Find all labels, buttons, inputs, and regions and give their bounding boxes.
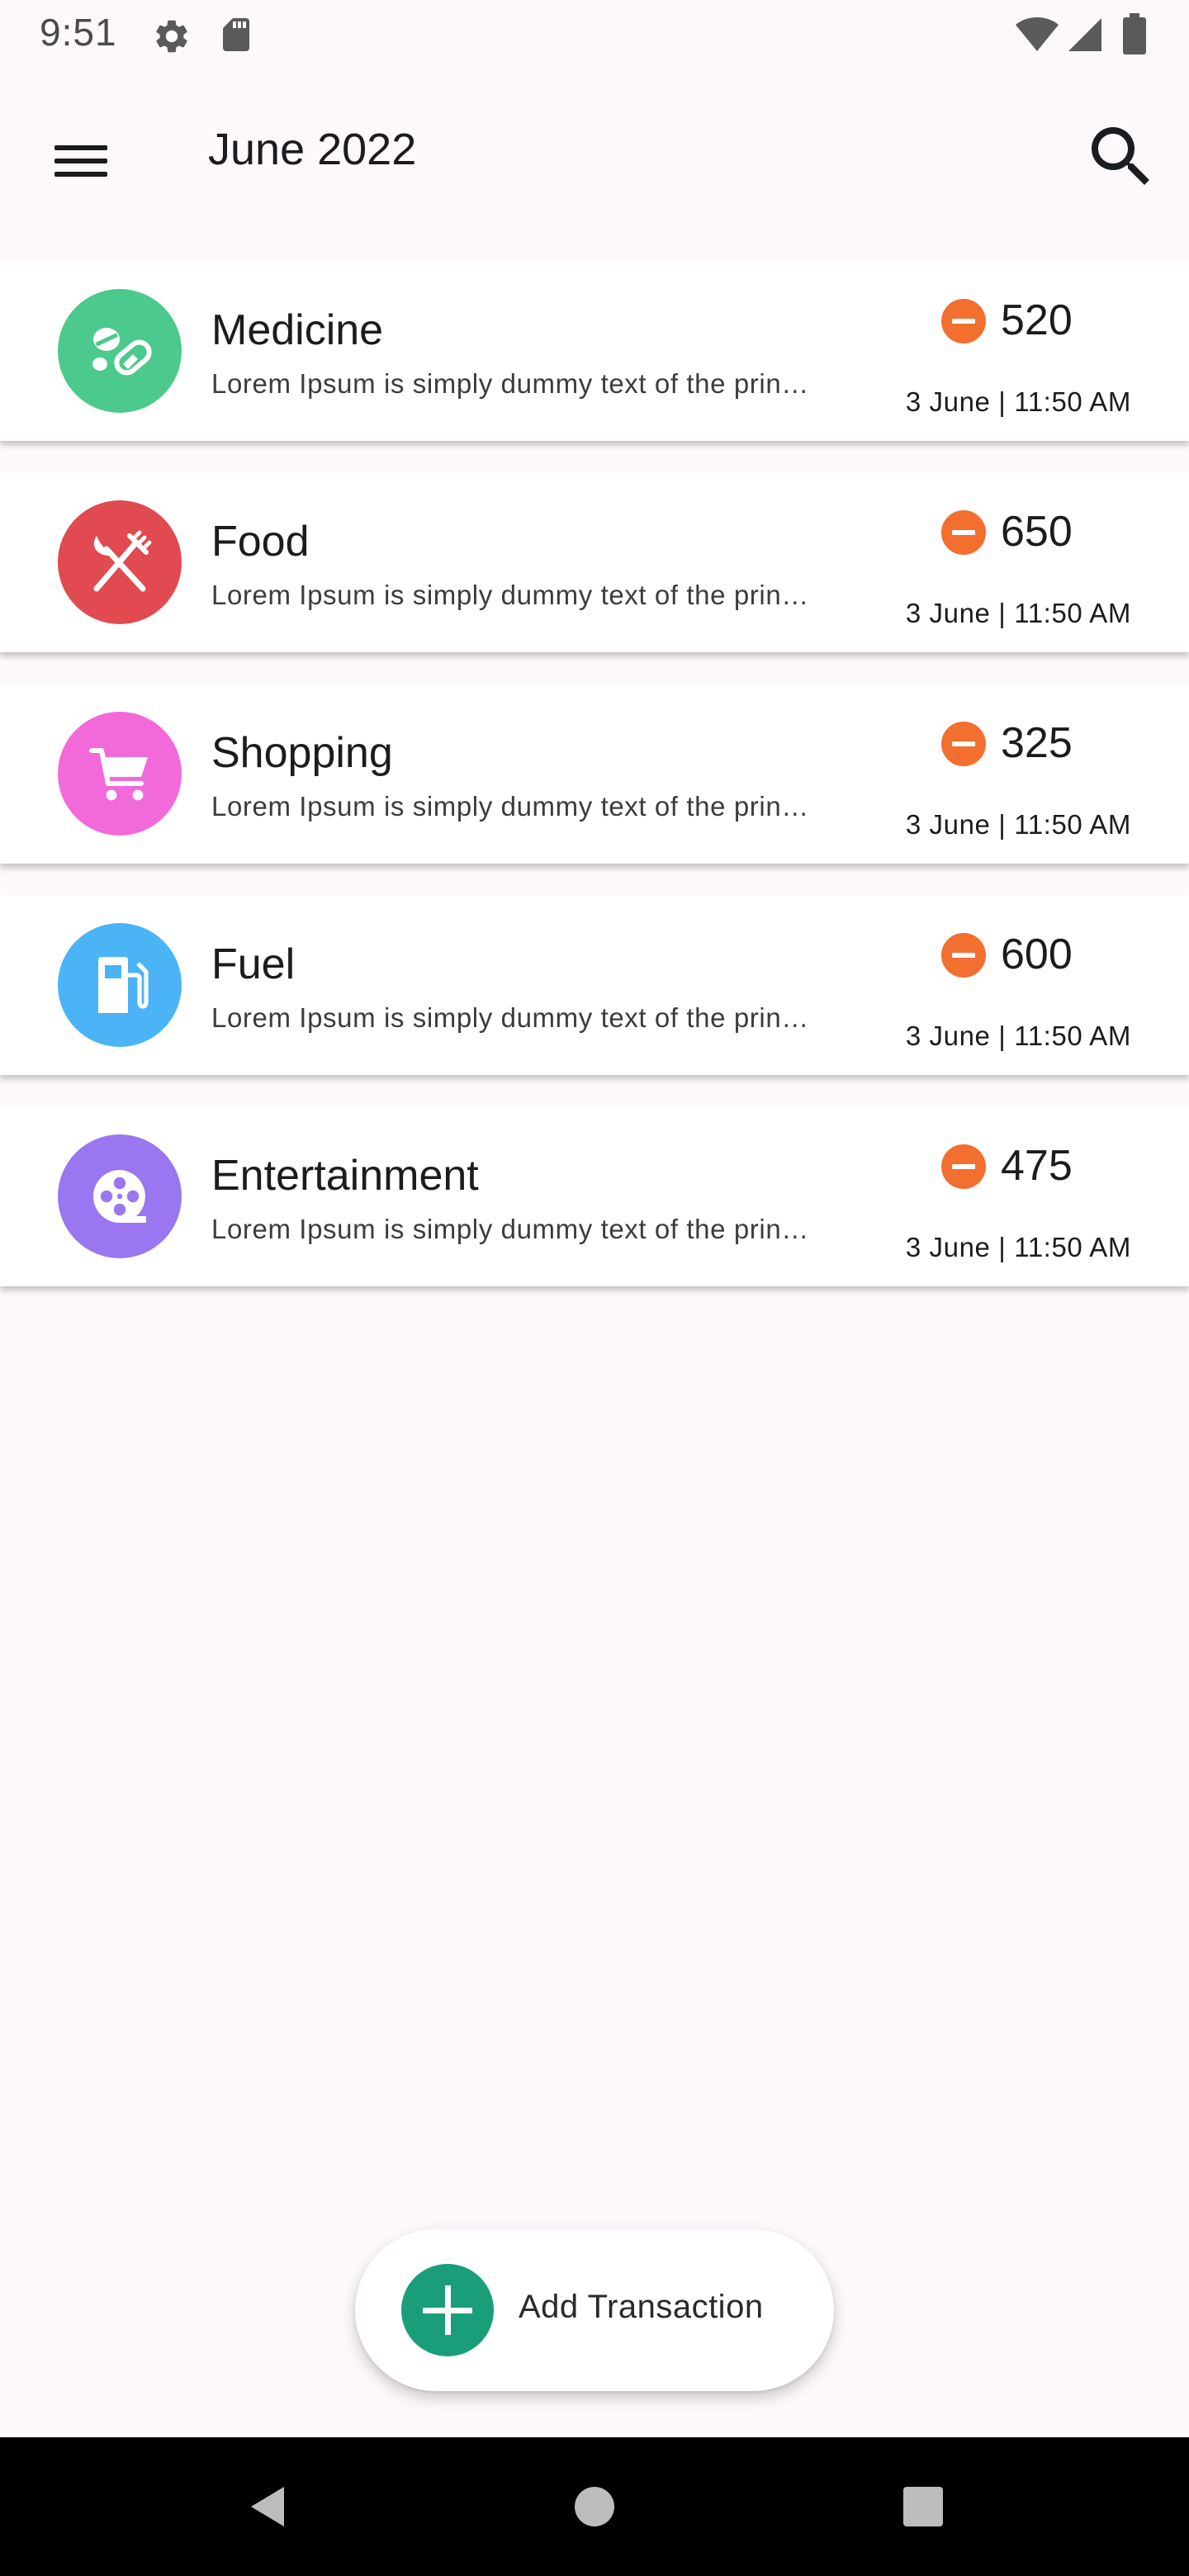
minus-circle-icon	[941, 1144, 986, 1189]
transaction-category: Fuel	[211, 940, 296, 988]
transaction-category: Shopping	[211, 729, 393, 777]
transaction-category: Entertainment	[211, 1152, 479, 1200]
settings-icon	[152, 17, 192, 60]
add-transaction-label: Add Transaction	[519, 2289, 764, 2325]
back-icon[interactable]	[231, 2474, 297, 2540]
transaction-amount: 650	[1001, 508, 1073, 556]
category-avatar	[58, 923, 182, 1047]
transaction-category: Medicine	[211, 306, 384, 354]
transaction-description: Lorem Ipsum is simply dummy text of the …	[211, 368, 814, 399]
search-icon	[1082, 127, 1161, 200]
status-bar: 9:51	[0, 0, 1189, 69]
wifi-icon	[1014, 15, 1060, 59]
transaction-description: Lorem Ipsum is simply dummy text of the …	[211, 791, 814, 822]
recents-icon[interactable]	[890, 2474, 956, 2540]
minus-circle-icon	[941, 299, 986, 343]
transaction-card[interactable]: Entertainment Lorem Ipsum is simply dumm…	[0, 1106, 1189, 1286]
transaction-date: 3 June | 11:50 AM	[905, 598, 1131, 628]
transaction-card[interactable]: Medicine Lorem Ipsum is simply dummy tex…	[0, 261, 1189, 441]
transaction-amount: 475	[1001, 1142, 1073, 1190]
category-avatar	[58, 1134, 182, 1258]
app-bar: June 2022	[0, 69, 1189, 234]
category-avatar	[58, 712, 182, 836]
transaction-date: 3 June | 11:50 AM	[905, 1020, 1131, 1051]
system-nav-bar	[0, 2437, 1189, 2576]
transaction-category: Food	[211, 518, 310, 566]
cell-signal-icon	[1065, 15, 1105, 59]
minus-circle-icon	[941, 722, 986, 766]
search-button[interactable]	[1082, 117, 1161, 197]
transaction-card[interactable]: Shopping Lorem Ipsum is simply dummy tex…	[0, 684, 1189, 864]
transaction-amount: 600	[1001, 930, 1073, 978]
minus-circle-icon	[941, 510, 986, 555]
transaction-description: Lorem Ipsum is simply dummy text of the …	[211, 1214, 814, 1244]
category-avatar	[58, 500, 182, 624]
transaction-date: 3 June | 11:50 AM	[905, 809, 1131, 840]
category-avatar	[58, 289, 182, 413]
minus-circle-icon	[941, 933, 986, 978]
transaction-card[interactable]: Fuel Lorem Ipsum is simply dummy text of…	[0, 895, 1189, 1075]
home-icon[interactable]	[561, 2474, 628, 2540]
transaction-description: Lorem Ipsum is simply dummy text of the …	[211, 1002, 814, 1033]
transaction-amount: 325	[1001, 719, 1073, 767]
add-transaction-button[interactable]: Add Transaction	[355, 2229, 834, 2391]
transaction-card[interactable]: Food Lorem Ipsum is simply dummy text of…	[0, 472, 1189, 652]
page-title: June 2022	[208, 125, 417, 174]
transaction-description: Lorem Ipsum is simply dummy text of the …	[211, 580, 814, 610]
plus-icon	[401, 2264, 494, 2356]
menu-button[interactable]	[43, 121, 119, 197]
sd-card-icon	[216, 15, 256, 59]
transaction-date: 3 June | 11:50 AM	[905, 1232, 1131, 1262]
status-time: 9:51	[40, 11, 117, 54]
battery-icon	[1123, 13, 1146, 59]
transaction-date: 3 June | 11:50 AM	[905, 386, 1131, 417]
transaction-amount: 520	[1001, 296, 1073, 344]
transaction-list: Medicine Lorem Ipsum is simply dummy tex…	[0, 261, 1189, 1318]
